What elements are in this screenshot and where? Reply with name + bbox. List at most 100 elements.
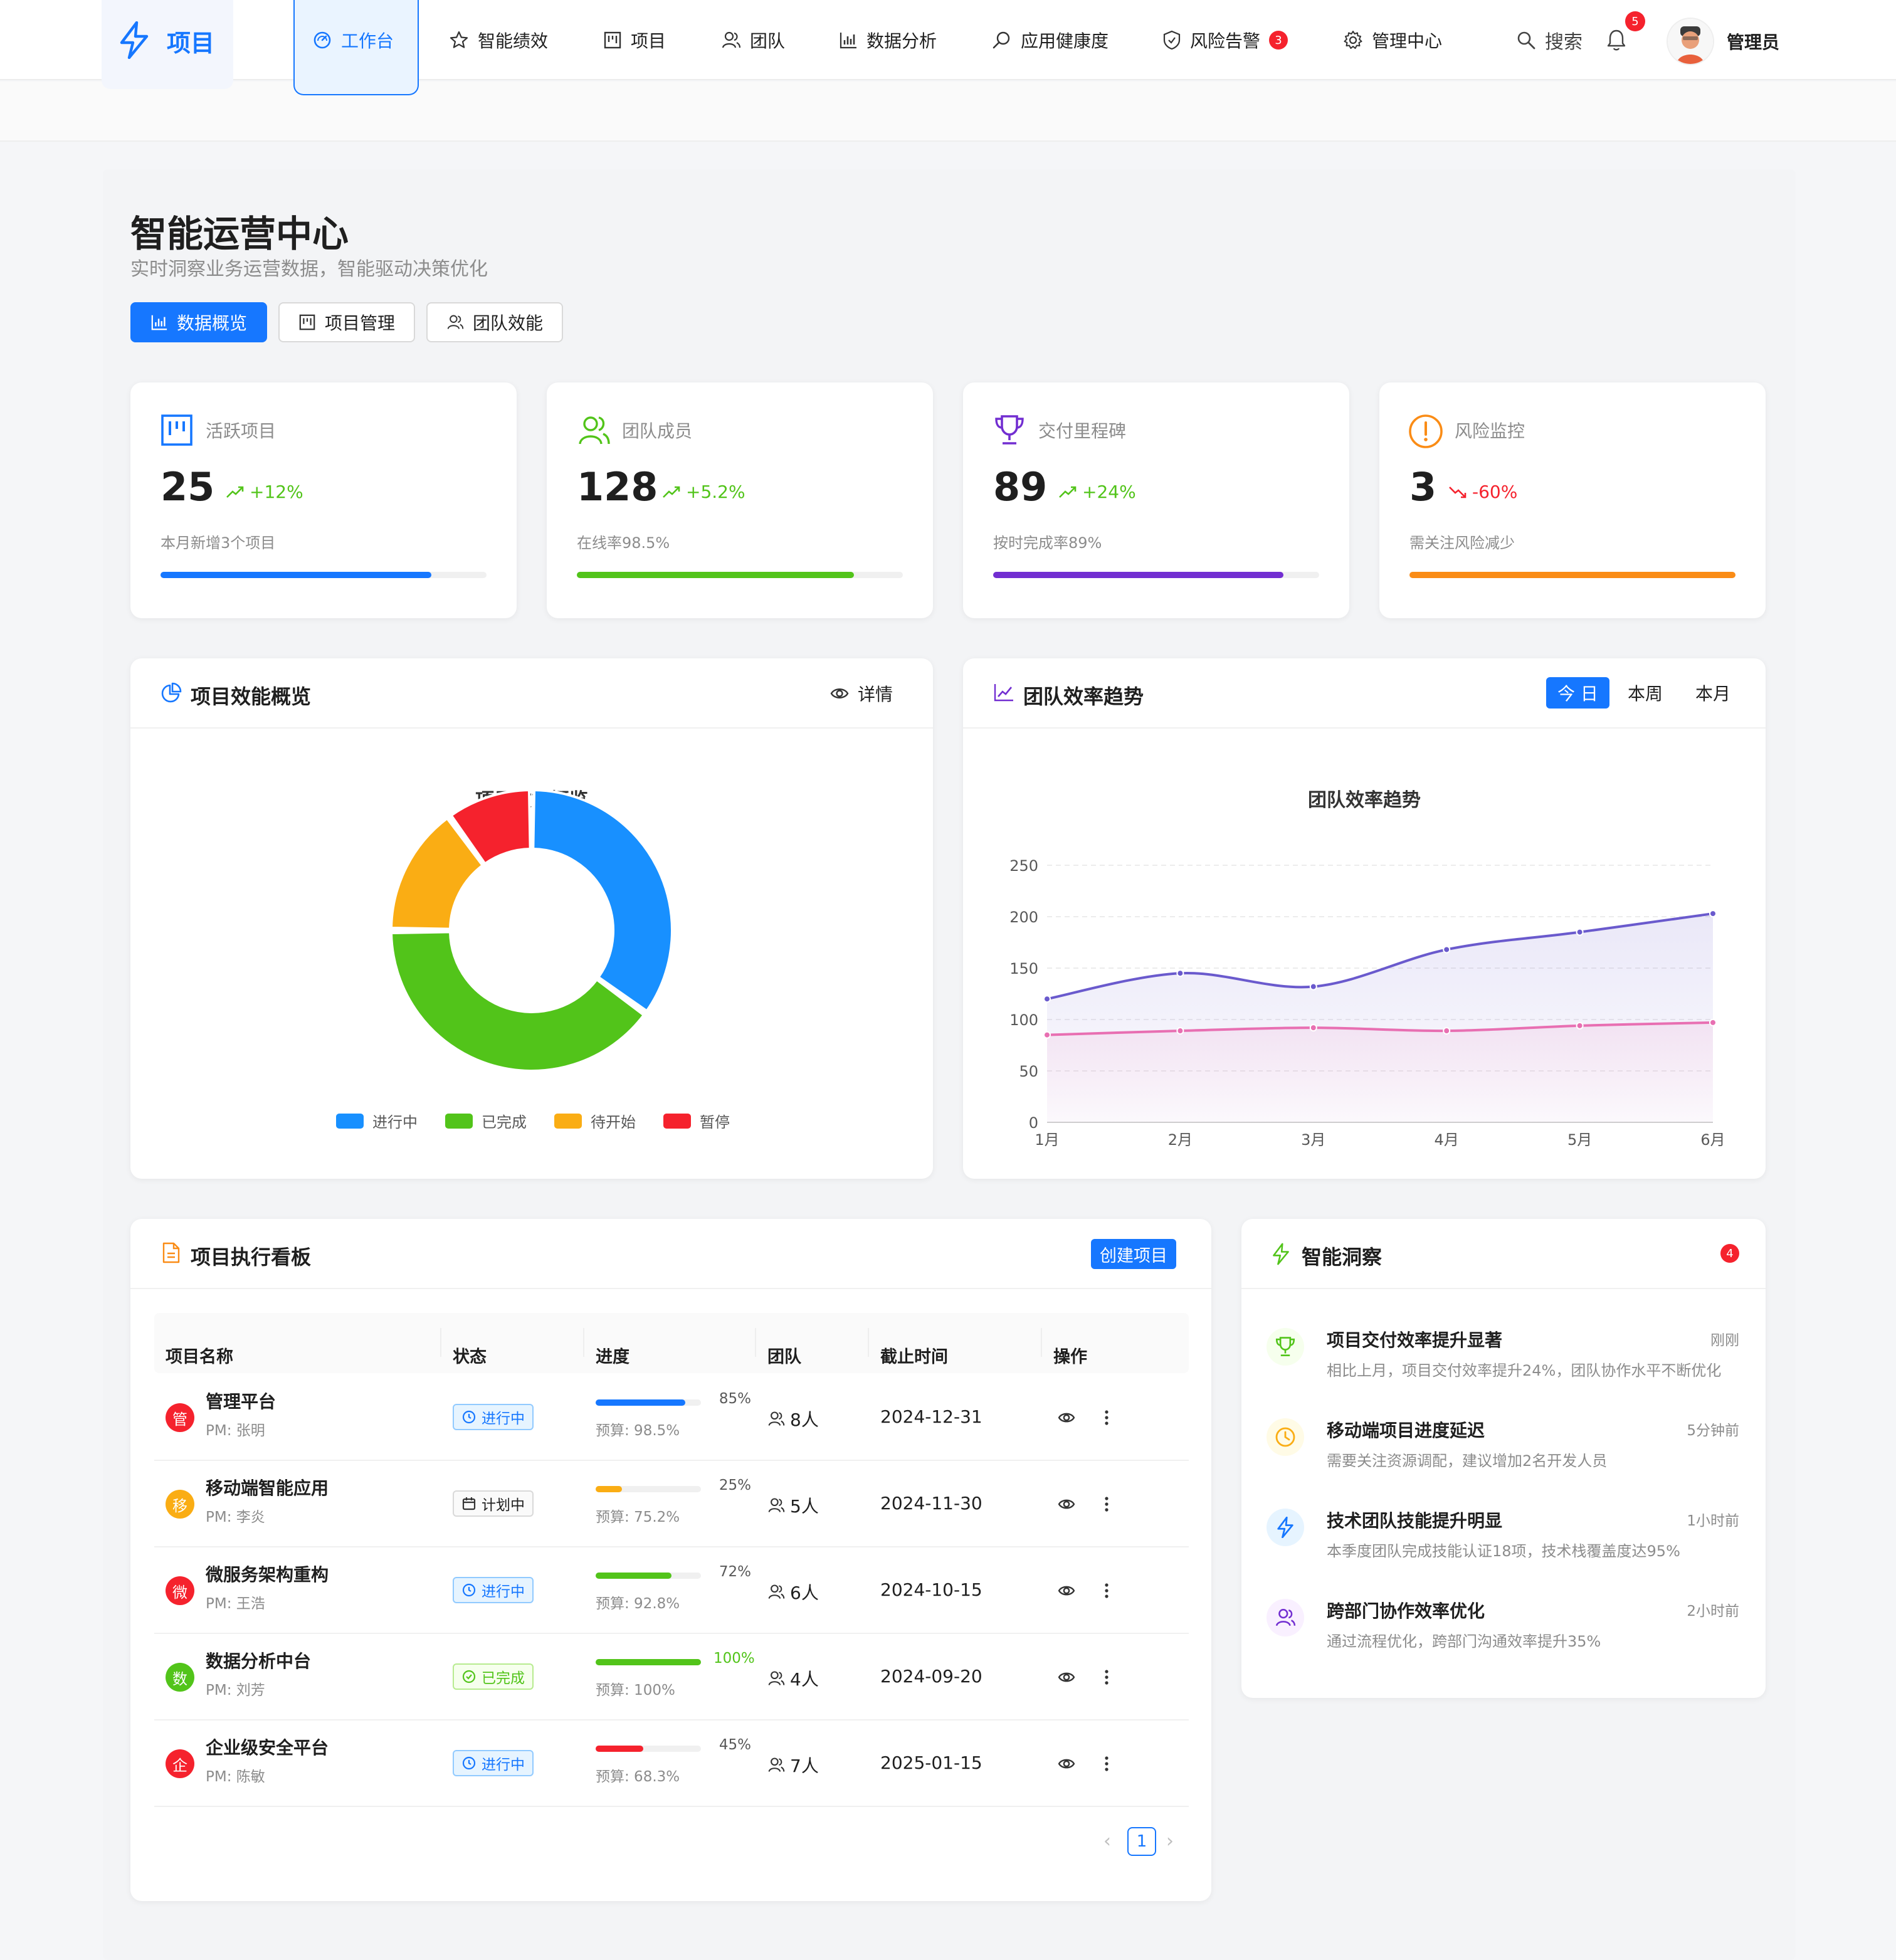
project-board-card: 项目执行看板 创建项目 项目名称 状态 进度 团队 截止时间 操作 管管理平台 P… bbox=[130, 1219, 1211, 1901]
view-button[interactable] bbox=[1057, 1411, 1076, 1425]
kpi-progress-fill bbox=[993, 572, 1283, 578]
insight-desc: 需要关注资源调配，建议增加2名开发人员 bbox=[1327, 1452, 1608, 1470]
y-tick-label: 150 bbox=[1009, 960, 1038, 977]
nav-item-admin[interactable]: 管理中心 bbox=[1343, 0, 1442, 80]
nav-item-analytics[interactable]: 数据分析 bbox=[839, 0, 937, 80]
view-button[interactable] bbox=[1057, 1497, 1076, 1511]
row-divider bbox=[154, 1806, 1189, 1807]
kpi-card-team-members[interactable]: 团队成员 128 +5.2% 在线率98.5% bbox=[547, 382, 933, 618]
column-header: 截止时间 bbox=[880, 1347, 948, 1367]
view-button[interactable] bbox=[1057, 1757, 1076, 1771]
nav-item-label: 管理中心 bbox=[1372, 31, 1443, 51]
donut-slice-0 bbox=[532, 789, 673, 1013]
avatar[interactable] bbox=[1668, 19, 1713, 64]
kpi-progress-track bbox=[993, 572, 1319, 578]
insight-desc: 通过流程优化，跨部门沟通效率提升35% bbox=[1327, 1633, 1601, 1650]
range-today[interactable]: 今 日 bbox=[1546, 677, 1609, 709]
kpi-note: 在线率98.5% bbox=[577, 534, 670, 552]
nav-item-label: 工作台 bbox=[341, 31, 394, 51]
pagination-prev[interactable]: ‹ bbox=[1103, 1830, 1111, 1852]
bell-icon[interactable] bbox=[1606, 29, 1626, 51]
insight-title[interactable]: 项目交付效率提升显著 bbox=[1327, 1327, 1502, 1352]
project-name[interactable]: 移动端智能应用 bbox=[206, 1475, 329, 1500]
project-name[interactable]: 微服务架构重构 bbox=[206, 1561, 329, 1586]
legend-item[interactable]: 已完成 bbox=[445, 1110, 527, 1132]
bolt-icon bbox=[1277, 1517, 1293, 1538]
nav-item-project[interactable]: 项目 bbox=[603, 0, 666, 80]
status-label: 已完成 bbox=[482, 1670, 525, 1687]
clock-icon bbox=[462, 1583, 476, 1597]
column-header: 操作 bbox=[1053, 1347, 1087, 1367]
eye-icon bbox=[1058, 1586, 1075, 1596]
kpi-label: 团队成员 bbox=[622, 421, 693, 441]
series-point bbox=[1709, 910, 1717, 918]
pagination-next[interactable]: › bbox=[1166, 1830, 1174, 1852]
more-actions-button[interactable] bbox=[1103, 1495, 1110, 1513]
status-badge: 计划中 bbox=[453, 1490, 534, 1517]
kpi-label: 交付里程碑 bbox=[1038, 421, 1127, 441]
logo-text: 项目 bbox=[167, 29, 215, 57]
project-avatar: 微 bbox=[166, 1576, 194, 1605]
bolt-icon bbox=[1273, 1243, 1289, 1265]
view-button[interactable] bbox=[1057, 1670, 1076, 1684]
insight-desc: 本季度团队完成技能认证18项，技术栈覆盖度达95% bbox=[1327, 1542, 1680, 1560]
card-title: 项目效能概览 bbox=[191, 685, 312, 709]
kpi-card-risk-monitor[interactable]: 风险监控 3 -60% 需关注风险减少 bbox=[1379, 382, 1766, 618]
kpi-card-milestones[interactable]: 交付里程碑 89 +24% 按时完成率89% bbox=[963, 382, 1349, 618]
more-actions-button[interactable] bbox=[1103, 1582, 1110, 1599]
team-icon bbox=[447, 315, 464, 329]
project-name[interactable]: 企业级安全平台 bbox=[206, 1734, 329, 1759]
nav-item-performance[interactable]: 智能绩效 bbox=[449, 0, 548, 80]
due-date: 2024-10-15 bbox=[880, 1579, 982, 1600]
legend-swatch bbox=[554, 1113, 582, 1129]
eye-icon bbox=[1058, 1672, 1075, 1682]
due-date: 2025-01-15 bbox=[880, 1752, 982, 1773]
progress-track bbox=[596, 1486, 701, 1492]
nav-item-workbench[interactable]: 工作台 bbox=[312, 0, 394, 80]
more-actions-button[interactable] bbox=[1103, 1668, 1110, 1686]
more-actions-button[interactable] bbox=[1103, 1409, 1110, 1426]
nav-item-team[interactable]: 团队 bbox=[721, 0, 785, 80]
range-month[interactable]: 本月 bbox=[1684, 677, 1742, 709]
project-name[interactable]: 数据分析中台 bbox=[206, 1648, 311, 1673]
kpi-trend: +5.2% bbox=[662, 482, 745, 502]
insight-title[interactable]: 移动端项目进度延迟 bbox=[1327, 1417, 1485, 1442]
trend-up-icon bbox=[1059, 486, 1077, 498]
nav-item-app-health[interactable]: 应用健康度 bbox=[992, 0, 1109, 80]
project-board-icon bbox=[161, 414, 192, 446]
project-name[interactable]: 管理平台 bbox=[206, 1388, 276, 1413]
clock-icon bbox=[1275, 1427, 1295, 1447]
pagination-page[interactable]: 1 bbox=[1127, 1827, 1156, 1856]
due-date: 2024-11-30 bbox=[880, 1493, 982, 1514]
search-button[interactable]: 搜索 bbox=[1516, 0, 1583, 80]
detail-button[interactable]: 详情 bbox=[830, 681, 893, 706]
status-label: 进行中 bbox=[482, 1584, 525, 1600]
insight-time: 1小时前 bbox=[1687, 1513, 1739, 1529]
legend-swatch bbox=[336, 1113, 364, 1129]
tab-data-overview[interactable]: 数据概览 bbox=[130, 302, 268, 342]
monitor-icon bbox=[993, 31, 1010, 49]
y-tick-label: 100 bbox=[1009, 1011, 1038, 1029]
kpi-card-active-projects[interactable]: 活跃项目 25 +12% 本月新增3个项目 bbox=[130, 382, 517, 618]
status-badge: 进行中 bbox=[453, 1404, 534, 1430]
status-label: 进行中 bbox=[482, 1411, 525, 1427]
create-project-button[interactable]: 创建项目 bbox=[1091, 1239, 1176, 1269]
nav-item-risk-alert[interactable]: 风险告警 3 bbox=[1162, 0, 1288, 80]
insight-title[interactable]: 技术团队技能提升明显 bbox=[1327, 1507, 1502, 1532]
y-tick-label: 0 bbox=[1029, 1114, 1038, 1132]
range-week[interactable]: 本周 bbox=[1616, 677, 1674, 709]
view-button[interactable] bbox=[1057, 1584, 1076, 1598]
due-date: 2024-09-20 bbox=[880, 1666, 982, 1687]
tab-team-efficiency[interactable]: 团队效能 bbox=[426, 302, 564, 342]
legend-item[interactable]: 进行中 bbox=[336, 1110, 418, 1132]
more-actions-button[interactable] bbox=[1103, 1755, 1110, 1773]
project-avatar: 企 bbox=[166, 1749, 194, 1778]
pie-chart-icon bbox=[161, 682, 182, 703]
legend-item[interactable]: 待开始 bbox=[554, 1110, 636, 1132]
table-header bbox=[154, 1313, 1189, 1373]
legend-item[interactable]: 暂停 bbox=[663, 1110, 730, 1132]
tab-project-management[interactable]: 项目管理 bbox=[278, 302, 416, 342]
insight-title[interactable]: 跨部门协作效率优化 bbox=[1327, 1598, 1485, 1623]
nav-item-label: 数据分析 bbox=[866, 31, 937, 51]
team-icon bbox=[768, 1757, 785, 1772]
